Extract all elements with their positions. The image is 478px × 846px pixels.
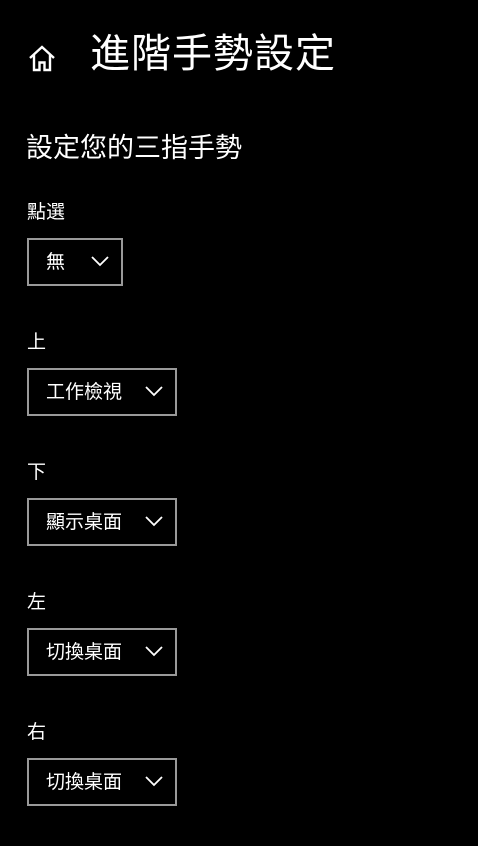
down-dropdown-value: 顯示桌面 <box>46 511 123 533</box>
tap-label: 點選 <box>27 201 66 223</box>
left-label: 左 <box>27 591 47 613</box>
chevron-down-icon <box>145 386 163 397</box>
home-button[interactable] <box>22 38 62 78</box>
page-header: 進階手勢設定 <box>0 0 478 110</box>
chevron-down-icon <box>145 646 163 657</box>
tap-dropdown[interactable]: 無 <box>27 238 123 286</box>
up-label: 上 <box>27 331 47 353</box>
chevron-down-icon <box>145 516 163 527</box>
right-dropdown-value: 切換桌面 <box>46 771 123 793</box>
left-dropdown-value: 切換桌面 <box>46 641 123 663</box>
up-dropdown-value: 工作檢視 <box>46 381 123 403</box>
tap-dropdown-value: 無 <box>46 251 66 273</box>
chevron-down-icon <box>91 256 109 267</box>
page-title: 進階手勢設定 <box>90 31 336 77</box>
down-dropdown[interactable]: 顯示桌面 <box>27 498 177 546</box>
right-label: 右 <box>27 721 47 743</box>
down-label: 下 <box>27 461 47 483</box>
chevron-down-icon <box>145 776 163 787</box>
home-icon <box>29 45 55 72</box>
right-dropdown[interactable]: 切換桌面 <box>27 758 177 806</box>
up-dropdown[interactable]: 工作檢視 <box>27 368 177 416</box>
left-dropdown[interactable]: 切換桌面 <box>27 628 177 676</box>
section-title: 設定您的三指手勢 <box>26 133 242 164</box>
